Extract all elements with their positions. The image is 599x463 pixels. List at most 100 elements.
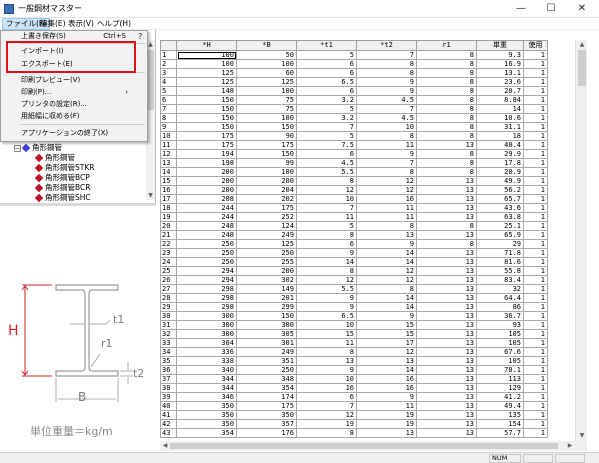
table-cell[interactable]: 1 <box>523 50 548 60</box>
table-cell[interactable]: 175 <box>176 131 237 141</box>
table-cell[interactable]: 1 <box>523 356 548 366</box>
table-cell[interactable]: 1 <box>523 194 548 204</box>
table-cell[interactable]: 8 <box>356 221 417 231</box>
scroll-right-icon[interactable]: ▶ <box>565 441 575 451</box>
table-cell[interactable]: 1 <box>523 104 548 114</box>
table-cell[interactable]: 154 <box>476 419 524 429</box>
table-cell[interactable]: 6 <box>296 149 357 159</box>
table-cell[interactable]: 12 <box>296 410 357 420</box>
table-cell[interactable]: 60 <box>236 68 297 78</box>
table-cell[interactable]: 49.9 <box>476 176 524 186</box>
table-cell[interactable]: 11 <box>296 212 357 222</box>
table-cell[interactable]: 20.9 <box>476 167 524 177</box>
menu-item-print-preview[interactable]: 印刷プレビュー(V) <box>1 75 148 86</box>
row-number-cell[interactable]: 21 <box>160 230 177 240</box>
table-cell[interactable]: 124 <box>236 221 297 231</box>
table-row[interactable]: 25 294 200 8 12 13 55.8 1 <box>160 266 548 276</box>
table-cell[interactable]: 1 <box>523 176 548 186</box>
table-cell[interactable]: 175 <box>176 140 237 150</box>
table-cell[interactable]: 78.1 <box>476 365 524 375</box>
table-cell[interactable]: 55.8 <box>476 266 524 276</box>
table-cell[interactable]: 6 <box>296 68 357 78</box>
table-cell[interactable]: 7 <box>296 401 357 411</box>
table-cell[interactable]: 150 <box>236 311 297 321</box>
table-cell[interactable]: 71.8 <box>476 248 524 258</box>
table-row[interactable]: 21 248 249 8 13 13 65.9 1 <box>160 230 548 240</box>
table-cell[interactable]: 15 <box>356 329 417 339</box>
table-cell[interactable]: 13 <box>416 329 477 339</box>
table-cell[interactable]: 8 <box>416 68 477 78</box>
table-cell[interactable]: 8 <box>356 131 417 141</box>
table-cell[interactable]: 13 <box>416 266 477 276</box>
row-number-cell[interactable]: 28 <box>160 293 177 303</box>
table-row[interactable]: 22 250 125 6 9 8 29 1 <box>160 239 548 249</box>
table-cell[interactable]: 13 <box>416 248 477 258</box>
table-cell[interactable]: 300 <box>236 320 297 330</box>
table-cell[interactable]: 1 <box>523 248 548 258</box>
table-cell[interactable]: 8 <box>416 113 477 123</box>
table-cell[interactable]: 129 <box>476 383 524 393</box>
grid-hscroll-thumb[interactable] <box>170 443 558 449</box>
table-cell[interactable]: 8 <box>296 230 357 240</box>
table-cell[interactable]: 18 <box>476 131 524 141</box>
table-cell[interactable]: 13 <box>416 374 477 384</box>
table-cell[interactable]: 338 <box>176 356 237 366</box>
table-cell[interactable]: 8 <box>416 77 477 87</box>
table-cell[interactable]: 14 <box>356 302 417 312</box>
table-cell[interactable]: 250 <box>236 365 297 375</box>
row-number-cell[interactable]: 7 <box>160 104 177 114</box>
table-cell[interactable]: 32 <box>476 284 524 294</box>
table-row[interactable]: 7 150 75 5 7 8 14 1 <box>160 104 548 114</box>
table-cell[interactable]: 1 <box>523 239 548 249</box>
table-cell[interactable]: 29 <box>476 239 524 249</box>
table-cell[interactable]: 248 <box>176 221 237 231</box>
table-cell[interactable]: 175 <box>236 203 297 213</box>
table-cell[interactable]: 4.5 <box>296 158 357 168</box>
table-cell[interactable]: 6.5 <box>296 77 357 87</box>
row-number-cell[interactable]: 20 <box>160 221 177 231</box>
table-row[interactable]: 8 150 100 3.2 4.5 8 10.6 1 <box>160 113 548 123</box>
table-cell[interactable]: 5 <box>296 50 357 60</box>
table-row[interactable]: 38 344 354 16 16 13 129 1 <box>160 383 548 393</box>
table-cell[interactable]: 340 <box>176 365 237 375</box>
row-number-cell[interactable]: 42 <box>160 419 177 429</box>
table-cell[interactable]: 7 <box>296 122 357 132</box>
table-cell[interactable]: 244 <box>176 203 237 213</box>
table-cell[interactable]: 9 <box>356 311 417 321</box>
table-cell[interactable]: 13 <box>416 293 477 303</box>
table-cell[interactable]: 19 <box>296 419 357 429</box>
table-cell[interactable]: 99 <box>236 158 297 168</box>
table-cell[interactable]: 23.6 <box>476 77 524 87</box>
table-cell[interactable]: 1 <box>523 131 548 141</box>
table-row[interactable]: 24 250 255 14 14 13 81.6 1 <box>160 257 548 267</box>
table-cell[interactable]: 125 <box>236 77 297 87</box>
table-cell[interactable]: 1 <box>523 95 548 105</box>
table-cell[interactable]: 200 <box>176 185 237 195</box>
table-cell[interactable]: 1 <box>523 158 548 168</box>
table-cell[interactable]: 8 <box>416 104 477 114</box>
table-cell[interactable]: 81.6 <box>476 257 524 267</box>
table-cell[interactable]: 1 <box>523 221 548 231</box>
minimize-button[interactable]: — <box>506 0 536 18</box>
row-number-cell[interactable]: 8 <box>160 113 177 123</box>
table-cell[interactable]: 174 <box>236 392 297 402</box>
table-row[interactable]: 18 244 175 7 11 13 43.6 1 <box>160 203 548 213</box>
table-cell[interactable]: 8 <box>416 239 477 249</box>
table-cell[interactable]: 11 <box>356 401 417 411</box>
table-cell[interactable]: 40.4 <box>476 140 524 150</box>
table-row[interactable]: 19 244 252 11 11 13 63.8 1 <box>160 212 548 222</box>
table-cell[interactable]: 250 <box>176 239 237 249</box>
table-cell[interactable]: 13 <box>416 302 477 312</box>
table-cell[interactable]: 10.6 <box>476 113 524 123</box>
table-row[interactable]: 15 200 200 8 12 13 49.9 1 <box>160 176 548 186</box>
row-number-cell[interactable]: 15 <box>160 176 177 186</box>
collapse-icon[interactable]: − <box>14 144 21 152</box>
table-row[interactable]: 17 208 202 10 16 13 65.7 1 <box>160 194 548 204</box>
table-cell[interactable]: 11 <box>356 140 417 150</box>
table-cell[interactable]: 194 <box>176 149 237 159</box>
table-row[interactable]: 14 200 100 5.5 8 8 20.9 1 <box>160 167 548 177</box>
row-number-cell[interactable]: 25 <box>160 266 177 276</box>
table-cell[interactable]: 1 <box>523 401 548 411</box>
grid-horizontal-scrollbar[interactable]: ◀ ▶ <box>160 441 587 451</box>
row-number-cell[interactable]: 38 <box>160 383 177 393</box>
